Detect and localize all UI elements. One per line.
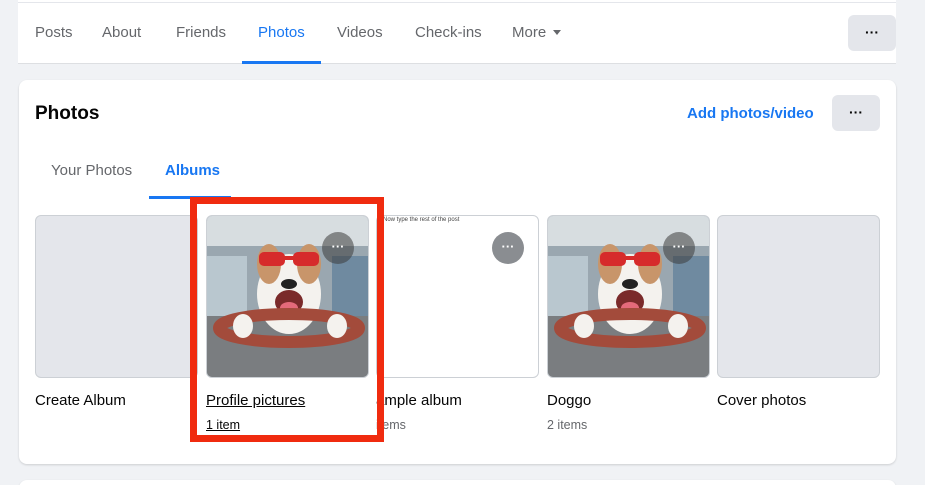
tab-about[interactable]: About — [102, 0, 141, 64]
more-dots-icon: ··· — [849, 104, 863, 120]
album-name[interactable]: Profile pictures — [206, 392, 305, 409]
tab-check-ins[interactable]: Check-ins — [415, 0, 482, 64]
album-tile-sample: Now type the rest of the post ··· ample … — [376, 215, 539, 432]
album-tile-profile-pictures: ··· Profile pictures 1 item — [206, 215, 369, 432]
tab-videos[interactable]: Videos — [337, 0, 383, 64]
album-tile-doggo: ··· Doggo 2 items — [547, 215, 710, 432]
caret-down-icon — [553, 30, 562, 35]
add-photos-video-link[interactable]: Add photos/video — [687, 105, 814, 122]
album-options-button[interactable]: ··· — [663, 232, 695, 264]
album-name[interactable]: Doggo — [547, 392, 591, 409]
album-tile-create: Create Album — [35, 215, 198, 409]
nav-more-options-button[interactable]: ··· — [848, 15, 896, 51]
album-item-count[interactable]: 1 item — [206, 418, 240, 432]
album-name[interactable]: Create Album — [35, 392, 126, 409]
thumbnail-caption: Now type the rest of the post — [383, 217, 460, 223]
album-item-count: 2 items — [547, 418, 588, 432]
tab-friends[interactable]: Friends — [176, 0, 226, 64]
active-subtab-indicator — [149, 196, 231, 199]
album-tile-cover-photos: Cover photos — [717, 215, 880, 409]
album-name[interactable]: Cover photos — [717, 392, 806, 409]
card-title: Photos — [35, 103, 100, 124]
profile-nav-bar: Posts About Friends Photos Videos Check-… — [18, 0, 896, 64]
tab-more[interactable]: More — [512, 0, 562, 64]
tab-photos[interactable]: Photos — [242, 0, 321, 64]
doggo-thumbnail[interactable]: ··· — [547, 215, 710, 378]
sample-album-thumbnail[interactable]: Now type the rest of the post ··· — [376, 215, 539, 378]
album-options-button[interactable]: ··· — [492, 232, 524, 264]
album-item-count: items — [376, 418, 406, 432]
cover-photos-thumbnail[interactable] — [717, 215, 880, 378]
subtab-your-photos[interactable]: Your Photos — [51, 162, 132, 179]
more-dots-icon: ··· — [865, 24, 879, 40]
card-more-options-button[interactable]: ··· — [832, 95, 880, 131]
profile-pictures-thumbnail[interactable]: ··· — [206, 215, 369, 378]
next-card — [19, 480, 896, 485]
album-options-button[interactable]: ··· — [322, 232, 354, 264]
photos-card: Photos Add photos/video ··· Your Photos … — [19, 80, 896, 464]
tab-posts[interactable]: Posts — [35, 0, 73, 64]
tab-more-label: More — [512, 24, 547, 41]
create-album-thumbnail[interactable] — [35, 215, 198, 378]
subtab-albums[interactable]: Albums — [165, 162, 220, 179]
album-name[interactable]: ample album — [376, 392, 462, 409]
